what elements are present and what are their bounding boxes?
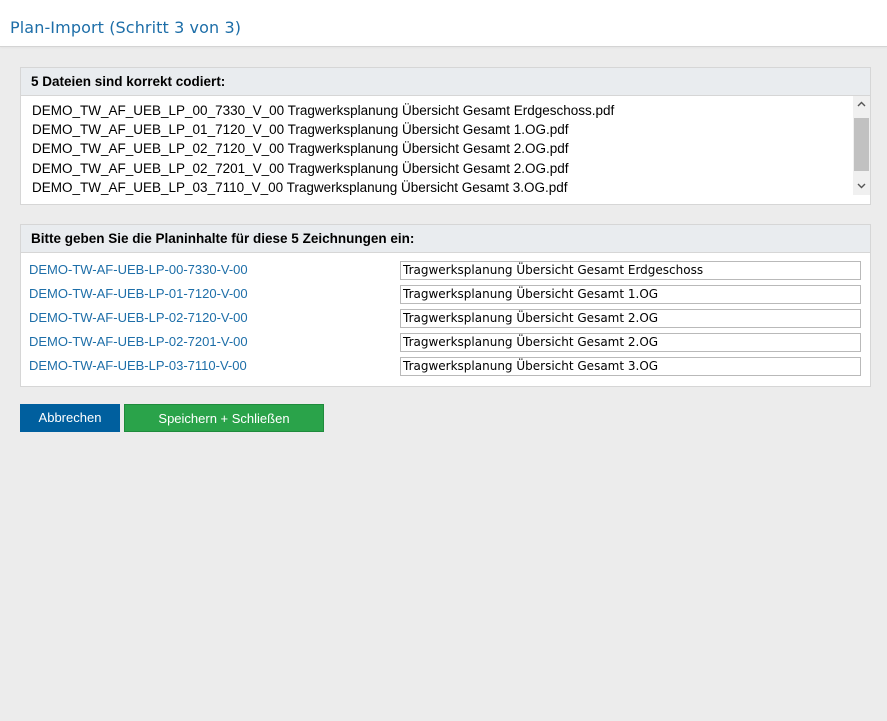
content-panel-heading: Bitte geben Sie die Planinhalte für dies… (21, 225, 870, 253)
plan-content-input[interactable]: Tragwerksplanung Übersicht Gesamt 3.OG (400, 357, 861, 376)
drawing-row: DEMO-TW-AF-UEB-LP-00-7330-V-00 Tragwerks… (21, 260, 870, 284)
files-panel-heading: 5 Dateien sind korrekt codiert: (21, 68, 870, 96)
chevron-down-icon[interactable] (853, 178, 870, 195)
file-list-item: DEMO_TW_AF_UEB_LP_02_7120_V_00 Tragwerks… (32, 141, 569, 157)
save-close-button[interactable]: Speichern + Schließen (124, 404, 324, 432)
chevron-up-icon[interactable] (853, 96, 870, 113)
cancel-button[interactable]: Abbrechen (20, 404, 120, 432)
drawing-code-link[interactable]: DEMO-TW-AF-UEB-LP-00-7330-V-00 (29, 260, 248, 279)
file-list-scrollbar[interactable] (853, 96, 870, 195)
drawing-code-link[interactable]: DEMO-TW-AF-UEB-LP-01-7120-V-00 (29, 284, 248, 303)
drawing-row: DEMO-TW-AF-UEB-LP-02-7120-V-00 Tragwerks… (21, 308, 870, 332)
plan-content-input[interactable]: Tragwerksplanung Übersicht Gesamt 2.OG (400, 309, 861, 328)
content-panel: Bitte geben Sie die Planinhalte für dies… (20, 224, 871, 387)
file-list-item: DEMO_TW_AF_UEB_LP_02_7201_V_00 Tragwerks… (32, 160, 569, 176)
plan-content-input[interactable]: Tragwerksplanung Übersicht Gesamt 2.OG (400, 333, 861, 352)
page-title: Plan-Import (Schritt 3 von 3) (10, 18, 242, 37)
scrollbar-thumb[interactable] (854, 118, 869, 171)
plan-content-input[interactable]: Tragwerksplanung Übersicht Gesamt 1.OG (400, 285, 861, 304)
drawing-row: DEMO-TW-AF-UEB-LP-03-7110-V-00 Tragwerks… (21, 356, 870, 380)
file-list-item: DEMO_TW_AF_UEB_LP_03_7110_V_00 Tragwerks… (32, 179, 568, 195)
drawing-row: DEMO-TW-AF-UEB-LP-01-7120-V-00 Tragwerks… (21, 284, 870, 308)
page-header: Plan-Import (Schritt 3 von 3) (0, 0, 887, 47)
plan-content-input[interactable]: Tragwerksplanung Übersicht Gesamt Erdges… (400, 261, 861, 280)
file-list[interactable]: DEMO_TW_AF_UEB_LP_00_7330_V_00 Tragwerks… (21, 96, 870, 195)
file-list-item: DEMO_TW_AF_UEB_LP_00_7330_V_00 Tragwerks… (32, 103, 615, 118)
drawing-code-link[interactable]: DEMO-TW-AF-UEB-LP-02-7120-V-00 (29, 308, 248, 327)
file-list-item: DEMO_TW_AF_UEB_LP_01_7120_V_00 Tragwerks… (32, 122, 569, 138)
drawing-code-link[interactable]: DEMO-TW-AF-UEB-LP-02-7201-V-00 (29, 332, 248, 351)
drawing-row: DEMO-TW-AF-UEB-LP-02-7201-V-00 Tragwerks… (21, 332, 870, 356)
drawing-code-link[interactable]: DEMO-TW-AF-UEB-LP-03-7110-V-00 (29, 356, 247, 375)
files-panel: 5 Dateien sind korrekt codiert: DEMO_TW_… (20, 67, 871, 205)
